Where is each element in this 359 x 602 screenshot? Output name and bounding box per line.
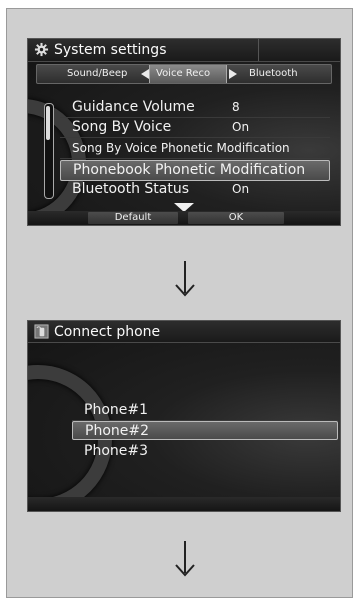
tab-bar: Sound/Beep Voice Reco Bluetooth [36, 64, 332, 84]
list-item-guidance-volume[interactable]: Guidance Volume 8 [60, 98, 330, 118]
list-item-label: Song By Voice Phonetic Modification [72, 141, 290, 155]
tab-voice-reco-label: Voice Reco [156, 68, 211, 79]
title-divider [258, 39, 259, 61]
list-item-value: On [232, 120, 250, 134]
manual-page: System settings Sound/Beep Voice Reco Bl… [6, 8, 353, 598]
list-item-phone-3[interactable]: Phone#3 [72, 442, 338, 461]
list-item-label: Phone#2 [85, 423, 150, 439]
list-item-label: Song By Voice [72, 119, 172, 135]
phone-icon [34, 324, 49, 339]
list-item-label: Phone#1 [84, 402, 149, 418]
default-button[interactable]: Default [88, 212, 178, 224]
system-settings-screen: System settings Sound/Beep Voice Reco Bl… [27, 38, 341, 226]
title-bar: System settings [28, 39, 340, 62]
screen-title: System settings [54, 42, 167, 58]
list-item-label: Bluetooth Status [72, 181, 190, 197]
softkey-bar [28, 497, 340, 511]
list-item-label: Guidance Volume [72, 99, 195, 115]
list-item-bluetooth-status[interactable]: Bluetooth Status On [60, 180, 330, 199]
list-item-song-by-voice[interactable]: Song By Voice On [60, 118, 330, 138]
tab-sound-beep[interactable]: Sound/Beep [67, 67, 127, 81]
tab-left-arrow-icon[interactable] [141, 69, 149, 79]
down-arrow-icon [175, 541, 195, 577]
list-item-phone-2[interactable]: Phone#2 [72, 421, 338, 440]
tab-voice-reco[interactable]: Voice Reco [149, 65, 227, 83]
tab-right-arrow-icon[interactable] [229, 69, 237, 79]
connect-phone-screen: Connect phone Phone#1 Phone#2 Phone#3 [27, 320, 341, 512]
scrollbar[interactable] [44, 103, 54, 199]
list-item-label: Phone#3 [84, 443, 149, 459]
list-item-label: Phonebook Phonetic Modification [73, 162, 306, 178]
gear-icon [34, 42, 49, 57]
scrollbar-thumb[interactable] [46, 106, 50, 140]
tab-bluetooth[interactable]: Bluetooth [249, 67, 298, 81]
ok-button[interactable]: OK [188, 212, 284, 224]
title-bar: Connect phone [28, 321, 340, 343]
down-arrow-icon [175, 261, 195, 297]
screen-title: Connect phone [54, 324, 161, 340]
list-item-phone-1[interactable]: Phone#1 [72, 401, 338, 421]
softkey-bar: Default OK [28, 211, 340, 225]
list-item-value: 8 [232, 100, 240, 114]
list-item-song-by-voice-phonetic[interactable]: Song By Voice Phonetic Modification [60, 139, 330, 159]
list-item-phonebook-phonetic[interactable]: Phonebook Phonetic Modification [60, 160, 330, 181]
list-item-value: On [232, 182, 250, 196]
